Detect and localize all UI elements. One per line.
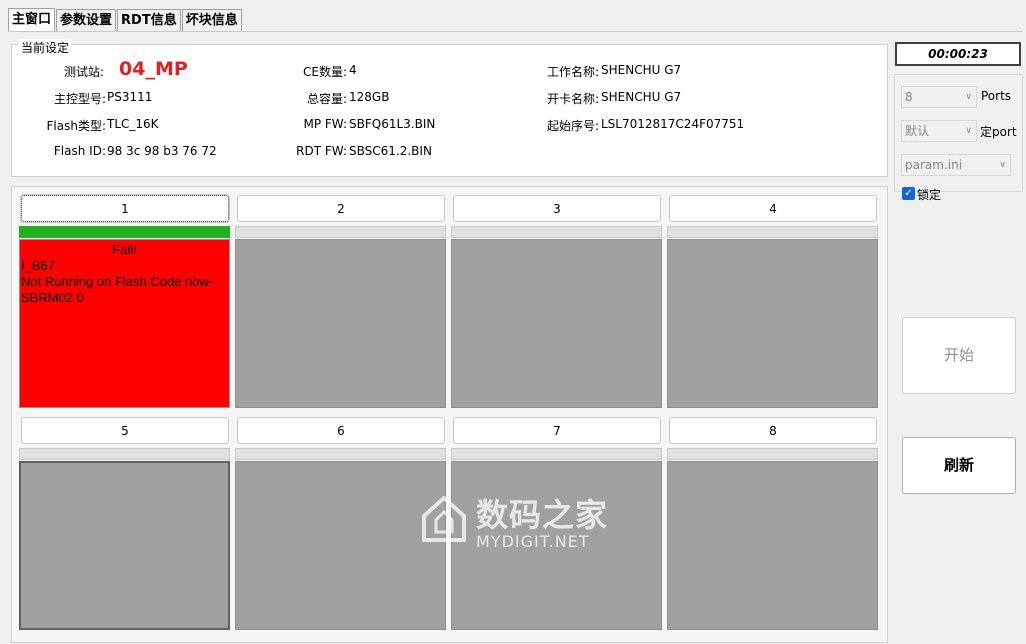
port-button-8[interactable]: 8	[669, 417, 877, 444]
ce-count-value: 4	[349, 63, 357, 77]
ce-count-label: CE数量:	[302, 65, 347, 79]
elapsed-timer: 00:00:23	[895, 42, 1021, 66]
tab-rdt-info[interactable]: RDT信息	[117, 9, 181, 31]
tab-parameter-settings[interactable]: 参数设置	[56, 9, 117, 31]
port-6-status-area	[235, 461, 446, 630]
port-3-status-area	[451, 239, 662, 408]
port-button-6[interactable]: 6	[237, 417, 445, 444]
tab-bad-block-info[interactable]: 坏块信息	[181, 9, 242, 31]
port-1-line: SBRM02 0	[21, 290, 84, 305]
flash-id-label: Flash ID:	[53, 144, 106, 158]
mode-value: 默认	[905, 124, 930, 138]
port-2-status-area	[235, 239, 446, 408]
capacity-value: 128GB	[349, 90, 390, 104]
watermark-cn: 数码之家	[476, 496, 609, 534]
start-serial-value: LSL7012817C24F07751	[601, 117, 745, 131]
ports-count-value: 8	[905, 90, 913, 104]
rdt-fw-value: SBSC61.2.BIN	[349, 144, 432, 158]
port-1-status-lines: I_B67 Not Running on Flash Code now- SBR…	[21, 258, 213, 306]
port-button-3[interactable]: 3	[453, 195, 661, 222]
port-button-5[interactable]: 5	[21, 417, 229, 444]
ports-label: Ports	[981, 89, 1012, 103]
port-1-status-area: Fail! I_B67 Not Running on Flash Code no…	[19, 239, 230, 408]
tab-bar: 主窗口 参数设置 RDT信息 坏块信息	[8, 8, 243, 32]
port-button-2[interactable]: 2	[237, 195, 445, 222]
rdt-fw-label: RDT FW:	[296, 144, 347, 158]
group-title: 当前设定	[19, 39, 72, 56]
mp-fw-value: SBFQ61L3.BIN	[349, 117, 436, 131]
port-6-progress	[235, 448, 446, 460]
port-5-progress	[19, 448, 230, 460]
port-5-status-area	[19, 461, 230, 630]
controller-label: 主控型号:	[53, 92, 106, 106]
port-button-7[interactable]: 7	[453, 417, 661, 444]
port-2-progress	[235, 226, 446, 238]
start-serial-label: 起始序号:	[546, 119, 599, 133]
flash-type-value: TLC_16K	[107, 117, 159, 131]
station-value: 04_MP	[119, 58, 188, 80]
chevron-down-icon: ∨	[965, 126, 972, 136]
capacity-label: 总容量:	[306, 92, 347, 106]
work-name-value: SHENCHU G7	[601, 63, 682, 77]
port-4-progress	[667, 226, 878, 238]
station-label: 测试站:	[63, 65, 104, 79]
port-1-status-title: Fail!	[112, 242, 137, 257]
tab-divider	[8, 31, 1023, 32]
flash-id-value: 98 3c 98 b3 76 72	[107, 144, 217, 158]
controller-value: PS3111	[107, 90, 153, 104]
work-name-label: 工作名称:	[546, 65, 599, 79]
port-8-progress	[667, 448, 878, 460]
refresh-button[interactable]: 刷新	[902, 437, 1016, 494]
param-file-value: param.ini	[905, 158, 963, 172]
lock-label: 锁定	[917, 188, 942, 202]
port-3-progress	[451, 226, 662, 238]
chevron-down-icon: ∨	[965, 92, 972, 102]
port-1-line: I_B67	[21, 258, 55, 273]
start-button[interactable]: 开始	[902, 317, 1016, 394]
tab-main-window[interactable]: 主窗口	[8, 8, 56, 32]
fixed-port-label: 定port	[980, 125, 1017, 139]
mp-fw-label: MP FW:	[303, 117, 347, 131]
port-1-line: Not Running on Flash Code now-	[21, 274, 214, 289]
flash-type-label: Flash类型:	[46, 119, 107, 133]
port-button-4[interactable]: 4	[669, 195, 877, 222]
ports-count-select[interactable]: 8 ∨	[901, 86, 977, 108]
param-file-select[interactable]: param.ini ∨	[901, 154, 1011, 176]
card-name-value: SHENCHU G7	[601, 90, 682, 104]
watermark: 数码之家 MYDIGIT.NET	[418, 488, 618, 554]
current-settings-group: 当前设定 测试站: 04_MP 主控型号: PS3111 Flash类型: TL…	[11, 39, 888, 177]
card-name-label: 开卡名称:	[546, 92, 599, 106]
port-8-status-area	[667, 461, 878, 630]
mode-select[interactable]: 默认 ∨	[901, 120, 977, 142]
lock-checkbox[interactable]: ✓	[902, 187, 915, 200]
chevron-down-icon: ∨	[999, 160, 1006, 170]
port-1-progress	[19, 226, 230, 238]
watermark-house-icon	[422, 496, 466, 542]
port-button-1[interactable]: 1	[20, 194, 230, 223]
watermark-en: MYDIGIT.NET	[476, 532, 590, 551]
port-4-status-area	[667, 239, 878, 408]
port-7-progress	[451, 448, 662, 460]
